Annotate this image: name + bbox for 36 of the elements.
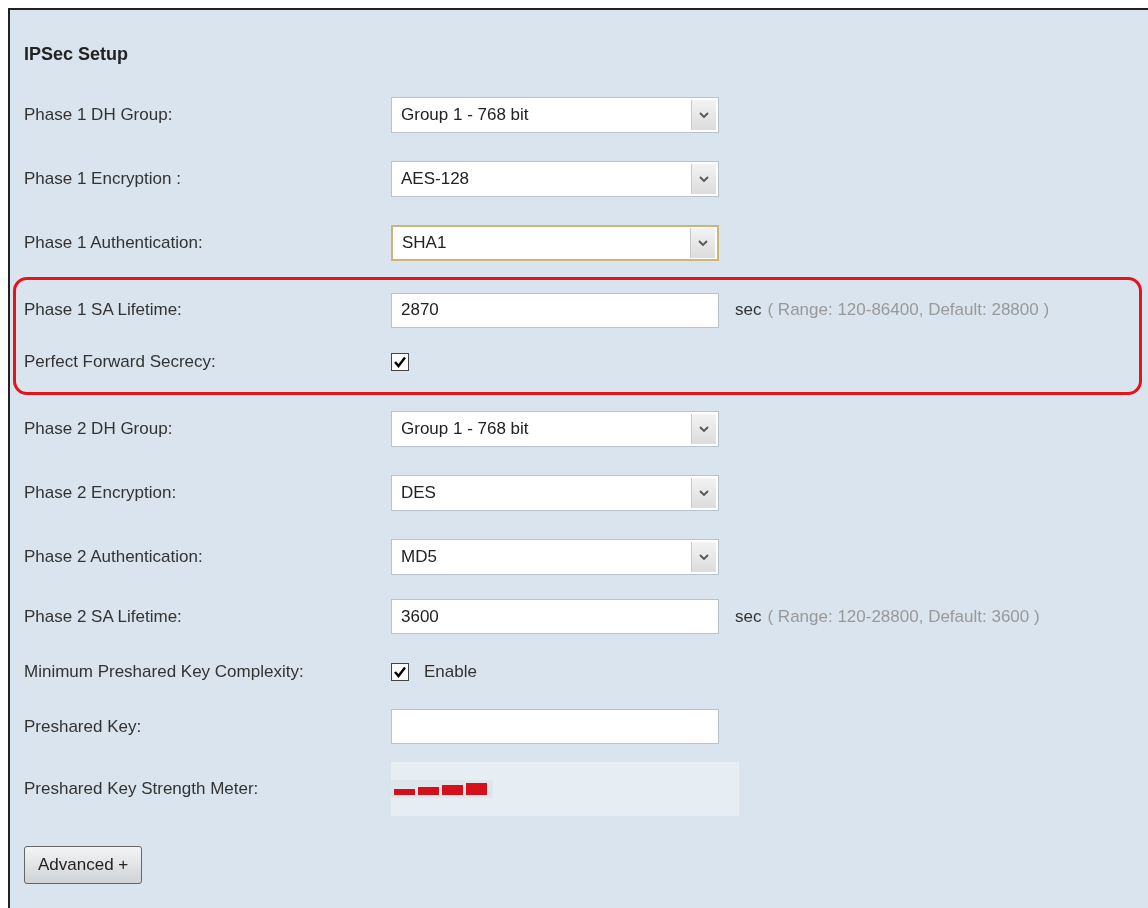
input-field[interactable]: [391, 709, 719, 744]
checkbox[interactable]: [391, 662, 409, 681]
field-label: Preshared Key:: [24, 716, 143, 737]
section-title: IPSec Setup: [24, 44, 130, 65]
dropdown[interactable]: Group 1 - 768 bit: [391, 411, 719, 447]
field-label: Phase 2 Encryption:: [24, 483, 178, 503]
unit-label: sec: [735, 300, 762, 320]
advanced-button[interactable]: Advanced +: [24, 846, 143, 884]
field-label: Phase 2 DH Group:: [24, 419, 174, 439]
field-label: Phase 1 Encryption :: [24, 169, 182, 189]
dropdown[interactable]: SHA1: [391, 225, 719, 261]
field-label: Minimum Preshared Key Complexity:: [24, 661, 305, 682]
dropdown[interactable]: MD5: [391, 539, 719, 575]
field-label: Phase 1 DH Group:: [24, 105, 174, 125]
field-label: Phase 1 Authentication:: [24, 233, 204, 253]
input-field[interactable]: 2870: [391, 292, 719, 328]
input-field[interactable]: 3600: [391, 599, 719, 634]
dropdown[interactable]: AES-128: [391, 161, 719, 197]
chevron-down-icon: [690, 228, 715, 258]
dropdown[interactable]: DES: [391, 475, 719, 511]
checkbox[interactable]: [391, 353, 409, 371]
chevron-down-icon: [691, 100, 716, 130]
checkbox-label: Enable: [424, 661, 477, 682]
chevron-down-icon: [691, 542, 716, 572]
field-label: Phase 2 SA Lifetime:: [24, 606, 183, 627]
dropdown[interactable]: Group 1 - 768 bit: [391, 97, 719, 133]
field-label: Perfect Forward Secrecy:: [24, 352, 217, 372]
range-hint: ( Range: 120-86400, Default: 28800 ): [767, 300, 1050, 320]
chevron-down-icon: [691, 478, 716, 508]
field-label: Phase 2 Authentication:: [24, 547, 204, 567]
range-hint: ( Range: 120-28800, Default: 3600 ): [767, 606, 1040, 627]
chevron-down-icon: [691, 164, 716, 194]
unit-label: sec: [735, 606, 762, 627]
chevron-down-icon: [691, 414, 716, 444]
field-label: Phase 1 SA Lifetime:: [24, 300, 183, 320]
field-label: Preshared Key Strength Meter:: [24, 779, 260, 799]
